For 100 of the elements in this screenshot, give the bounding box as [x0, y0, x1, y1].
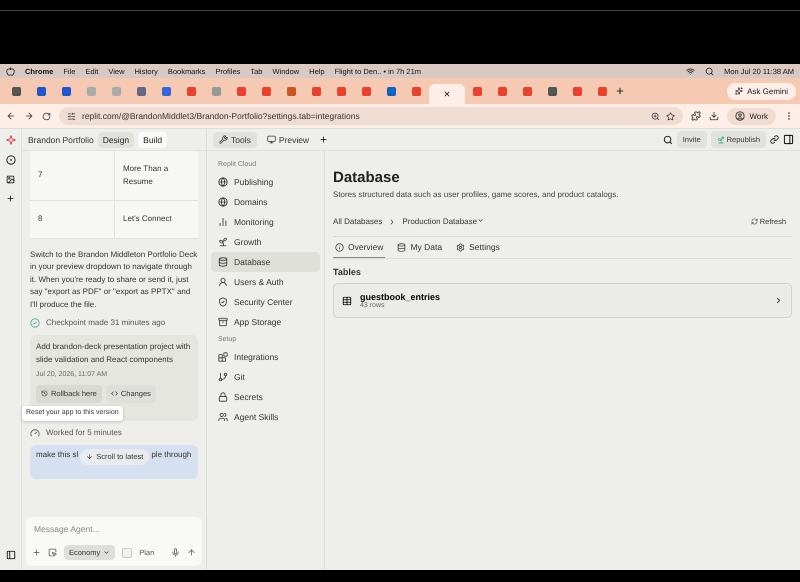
download-icon[interactable] [709, 111, 720, 121]
favicon-icon [162, 86, 171, 96]
favicon-icon [212, 86, 221, 96]
zoom-icon[interactable] [651, 112, 660, 120]
mic-icon[interactable] [171, 548, 180, 557]
nav-icon [218, 297, 228, 307]
checkpoint-label: Checkpoint made 31 minutes ago [46, 316, 166, 329]
tab-icon [335, 242, 344, 252]
agent-message: Switch to the Brandon Middleton Portfolio Deck in your preview dropdown to navigate through it. When you're ready to share or send it, just say "export as PDF" or "export as PPTX" and I'll produce the file. [30, 249, 198, 311]
favicon-icon [337, 86, 346, 96]
favicon-icon [573, 86, 582, 96]
tab-icon [397, 242, 406, 252]
breadcrumb-link[interactable]: All Databases [333, 217, 382, 226]
worked-label: Worked for 5 minutes [46, 426, 122, 439]
table-cell: 8 [30, 201, 115, 239]
favicon-icon [312, 86, 321, 96]
nav-item[interactable]: Monitoring [211, 212, 320, 232]
ask-gemini-button[interactable]: Ask Gemini [727, 82, 796, 100]
mode-tab[interactable]: Design [98, 132, 134, 148]
close-icon[interactable] [443, 90, 451, 98]
panel-toggle-icon[interactable] [783, 134, 794, 145]
checkpoint-title: Add brandon-deck presentation project with slide validation and React components [36, 341, 192, 366]
project-name: Brandon Portfolio [28, 134, 94, 144]
nav-icon [218, 197, 228, 207]
site-settings-icon[interactable] [67, 112, 76, 120]
new-tab-icon[interactable] [615, 86, 625, 96]
workspace-tab[interactable]: Preview [260, 132, 316, 148]
favicon-icon [37, 86, 46, 96]
favicon-icon [187, 86, 196, 96]
message-input[interactable]: Message Agent... [32, 523, 196, 535]
url-text: replit.com/@BrandonMiddlet3/Brandon-Portfolio?settings.tab=integrations [82, 111, 360, 121]
favicon-icon [412, 86, 421, 96]
nav-item[interactable]: Security Center [211, 292, 320, 312]
favicon-icon [387, 86, 396, 96]
nav-icon [218, 257, 228, 267]
check-icon [30, 318, 40, 328]
nav-item[interactable]: Git [211, 367, 320, 387]
arrow-down-icon [86, 453, 94, 460]
send-icon[interactable] [187, 548, 196, 557]
nav-item[interactable]: Growth [211, 232, 320, 252]
nav-icon [218, 317, 228, 327]
nav-item[interactable]: Publishing [211, 172, 320, 192]
table-cell: Let's Connect [115, 201, 198, 239]
nav-icon [218, 217, 228, 227]
chevron-down-icon [477, 217, 484, 224]
workspace-tab[interactable]: Tools [213, 132, 257, 148]
nav-item[interactable]: Database [211, 252, 320, 272]
favicon-icon [62, 86, 71, 96]
nav-icon [218, 372, 228, 382]
favicon-icon [598, 86, 607, 96]
table-cell: 7 [30, 151, 115, 201]
nav-icon [218, 237, 228, 247]
apple-icon[interactable] [6, 66, 15, 76]
nav-icon [218, 177, 228, 187]
add-icon[interactable] [6, 194, 15, 203]
table-cell: More Than a Resume [115, 151, 198, 201]
nav-item[interactable]: Users & Auth [211, 272, 320, 292]
mode-tab[interactable]: Build [138, 132, 168, 148]
nav-item[interactable]: Integrations [211, 347, 320, 367]
plan-checkbox[interactable] [122, 548, 132, 558]
logo-icon [6, 135, 16, 145]
database-dropdown[interactable]: Production Database [402, 217, 484, 226]
favicon-icon [287, 86, 296, 96]
profile-button[interactable]: Work [727, 108, 776, 124]
search-icon[interactable] [662, 134, 673, 144]
favicon-icon [498, 86, 507, 96]
refresh-icon [750, 218, 758, 225]
nav-item[interactable]: Secrets [211, 387, 320, 407]
history-icon [41, 390, 48, 398]
sidebar-toggle-icon[interactable] [6, 550, 16, 560]
database-tab[interactable]: My Data [395, 237, 444, 258]
section-heading: Tables [333, 267, 362, 277]
favicon-icon [112, 86, 121, 96]
gallery-icon[interactable] [6, 175, 15, 184]
nav-item[interactable]: App Storage [211, 312, 320, 332]
search-icon[interactable] [705, 66, 714, 76]
address-bar[interactable]: replit.com/@BrandonMiddlet3/Brandon-Portfolio?settings.tab=integrations [59, 107, 684, 125]
forward-icon[interactable] [24, 111, 34, 121]
page-title: Database [333, 169, 401, 186]
table-icon [342, 296, 352, 306]
database-tab[interactable]: Overview [333, 237, 386, 258]
nav-icon [218, 352, 228, 362]
favicon-icon [362, 86, 371, 96]
agent-icon[interactable] [6, 155, 16, 165]
extensions-icon[interactable] [691, 111, 702, 121]
nav-item[interactable]: Agent Skills [211, 407, 320, 427]
back-icon[interactable] [6, 111, 16, 121]
database-tab[interactable]: Settings [454, 237, 502, 258]
code-icon [110, 390, 118, 398]
add-tab-icon[interactable] [319, 135, 328, 144]
select-icon[interactable] [48, 548, 57, 557]
reload-icon[interactable] [42, 112, 51, 120]
message-text: make this sl [36, 448, 78, 461]
link-icon[interactable] [770, 135, 779, 144]
star-icon[interactable] [666, 112, 676, 120]
wifi-icon[interactable] [686, 66, 696, 76]
favicon-icon [548, 86, 557, 96]
sparkle-icon [735, 87, 744, 95]
page-description: Stores structured data such as user profiles, game scores, and product catalogs. [333, 190, 620, 199]
nav-item[interactable]: Domains [211, 192, 320, 212]
